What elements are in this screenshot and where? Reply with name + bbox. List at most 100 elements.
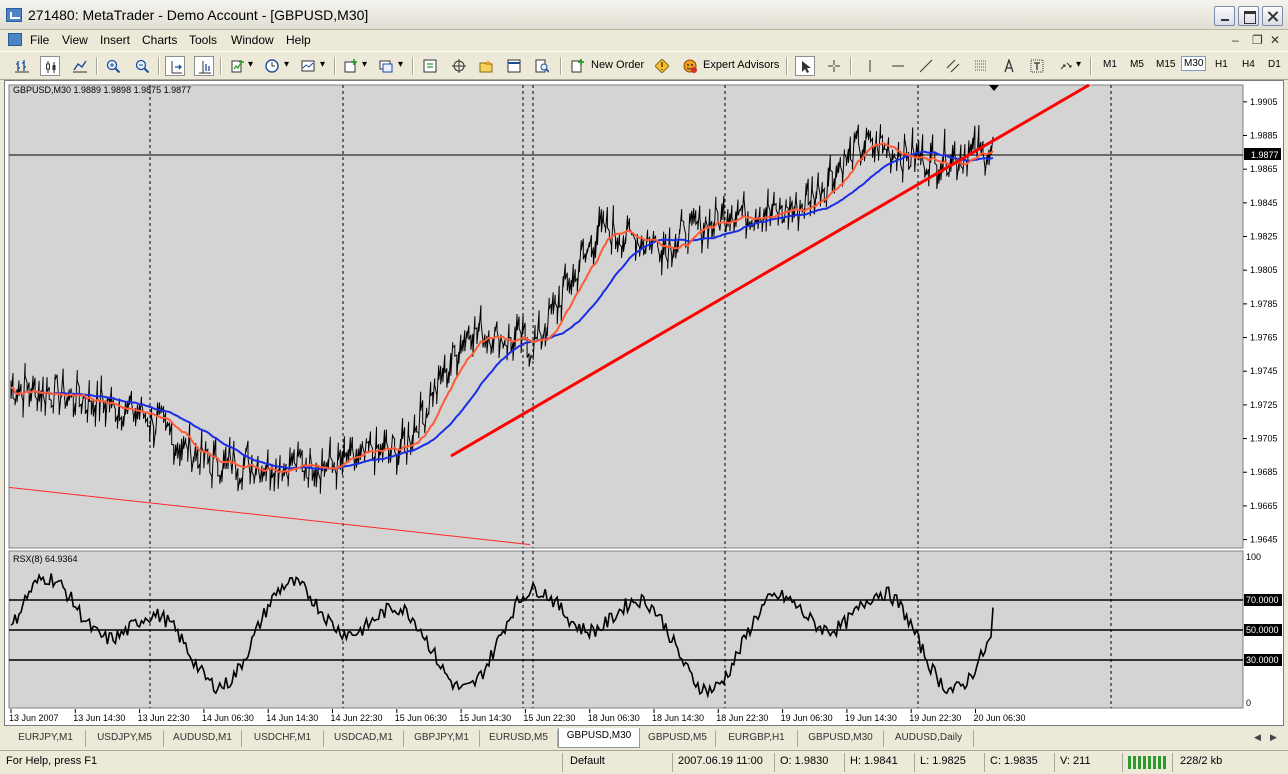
price-tick-label: 1.9745 [1250,366,1278,376]
expert-advisors-label[interactable]: Expert Advisors [703,59,779,71]
tab-usdjpy-m5[interactable]: USDJPY,M5 [86,730,164,747]
menu-help[interactable]: Help [286,33,311,47]
timeframe-m5[interactable]: M5 [1130,59,1144,70]
auto-scroll-icon [171,61,182,74]
tab-scroll-left-icon[interactable]: ◀ [1254,732,1261,743]
window-title: 271480: MetaTrader - Demo Account - [GBP… [28,7,369,23]
zoom-in-button[interactable] [103,56,123,76]
chart-window[interactable]: GBPUSD,M30 1.9889 1.9898 1.9875 1.9877 1… [4,80,1284,726]
new-order-icon [571,59,584,73]
dropdown-arrow-icon[interactable]: ▾ [362,59,367,70]
close-button[interactable] [1262,6,1283,26]
menu-tools[interactable]: Tools [189,33,217,47]
zoom-out-button[interactable] [132,56,152,76]
price-tick-label: 1.9825 [1250,232,1278,242]
chart-tabs: EURJPY,M1 USDJPY,M5 AUDUSD,M1 USDCHF,M1 … [4,728,1284,748]
indicator-label: RSX(8) 64.9364 [13,554,78,564]
timeframe-h4[interactable]: H4 [1242,59,1255,70]
price-tick-label: 1.9845 [1250,198,1278,208]
app-icon [6,8,22,22]
navigator-button[interactable] [476,56,496,76]
menu-window[interactable]: Window [231,33,274,47]
templates-button[interactable] [298,56,318,76]
tab-gbpusd-m5[interactable]: GBPUSD,M5 [640,730,716,747]
horizontal-line-button[interactable] [888,56,908,76]
indicators-list-button[interactable] [228,56,248,76]
expert-advisors-button[interactable] [680,56,700,76]
tab-audusd-daily[interactable]: AUDUSD,Daily [884,730,974,747]
channel-icon [946,59,960,73]
timeframe-m15[interactable]: M15 [1156,59,1175,70]
zoom-out-icon [135,59,149,73]
dropdown-arrow-icon[interactable]: ▾ [320,59,325,70]
line-chart-button[interactable] [70,56,90,76]
tab-eurusd-m5[interactable]: EURUSD,M5 [480,730,558,747]
price-chart[interactable]: GBPUSD,M30 1.9889 1.9898 1.9875 1.9877 1… [5,81,1283,725]
arrows-button[interactable] [1056,56,1076,76]
candlestick-button[interactable] [40,56,60,76]
tab-eurgbp-h1[interactable]: EURGBP,H1 [716,730,798,747]
maximize-button[interactable] [1238,6,1259,26]
mdi-restore-icon[interactable]: ❐ [1252,33,1263,47]
mdi-minimize-icon[interactable]: – [1232,33,1239,47]
tab-gbpusd-m30-active[interactable]: GBPUSD,M30 [558,728,640,748]
dropdown-arrow-icon[interactable]: ▾ [284,59,289,70]
tab-scroll-right-icon[interactable]: ▶ [1270,732,1277,743]
profiles-button[interactable] [376,56,396,76]
fibonacci-button[interactable] [971,56,991,76]
timeframe-m30[interactable]: M30 [1181,56,1207,71]
status-bar: For Help, press F1 Default 2007.06.19 11… [0,750,1288,774]
time-tick-label: 20 Jun 06:30 [974,713,1026,723]
price-tick-label: 1.9785 [1250,299,1278,309]
periods-button[interactable] [262,56,282,76]
text-label-icon [1030,59,1044,73]
bar-chart-button[interactable] [12,56,32,76]
status-traffic: 228/2 kb [1180,755,1223,767]
crosshair-button[interactable] [824,56,844,76]
cursor-arrow-icon [802,61,811,73]
indicator-scale-max: 100 [1246,552,1261,562]
text-button[interactable] [999,56,1019,76]
mql-editor-button[interactable] [652,56,672,76]
dropdown-arrow-icon[interactable]: ▾ [248,59,253,70]
vertical-line-button[interactable] [860,56,880,76]
tab-usdchf-m1[interactable]: USDCHF,M1 [242,730,324,747]
tab-eurjpy-m1[interactable]: EURJPY,M1 [6,730,86,747]
market-watch-button[interactable] [420,56,440,76]
chart-window-icon[interactable] [8,33,22,46]
chart-shift-button[interactable] [194,56,214,76]
tab-audusd-m1[interactable]: AUDUSD,M1 [164,730,242,747]
timeframe-h1[interactable]: H1 [1215,59,1228,70]
strategy-tester-button[interactable] [532,56,552,76]
minimize-button[interactable] [1214,6,1235,26]
navigator-star-icon [479,60,493,73]
menu-view[interactable]: View [62,33,88,47]
auto-scroll-button[interactable] [165,56,185,76]
equidistant-channel-button[interactable] [943,56,963,76]
text-label-button[interactable] [1027,56,1047,76]
menu-charts[interactable]: Charts [142,33,177,47]
time-tick-label: 15 Jun 06:30 [395,713,447,723]
new-order-button[interactable] [568,56,588,76]
data-window-button[interactable] [449,56,469,76]
template-icon [301,60,315,72]
trendline-button[interactable] [916,56,936,76]
cursor-button[interactable] [795,56,815,76]
new-order-label[interactable]: New Order [591,59,644,71]
dropdown-arrow-icon[interactable]: ▾ [398,59,403,70]
tab-gbpjpy-m1[interactable]: GBPJPY,M1 [404,730,480,747]
main-plot-area[interactable] [8,84,1244,549]
new-chart-button[interactable] [341,56,361,76]
price-tick-label: 1.9765 [1250,333,1278,343]
tab-gbpusd-m30[interactable]: GBPUSD,M30 [798,730,884,747]
timeframe-m1[interactable]: M1 [1103,59,1117,70]
tab-usdcad-m1[interactable]: USDCAD,M1 [324,730,404,747]
menu-insert[interactable]: Insert [100,33,130,47]
timeframe-d1[interactable]: D1 [1268,59,1281,70]
menu-file[interactable]: File [30,33,49,47]
time-tick-label: 15 Jun 14:30 [459,713,511,723]
mdi-close-icon[interactable]: ✕ [1270,33,1280,47]
terminal-button[interactable] [504,56,524,76]
bar-chart-icon [15,60,29,73]
dropdown-arrow-icon[interactable]: ▾ [1076,59,1081,70]
